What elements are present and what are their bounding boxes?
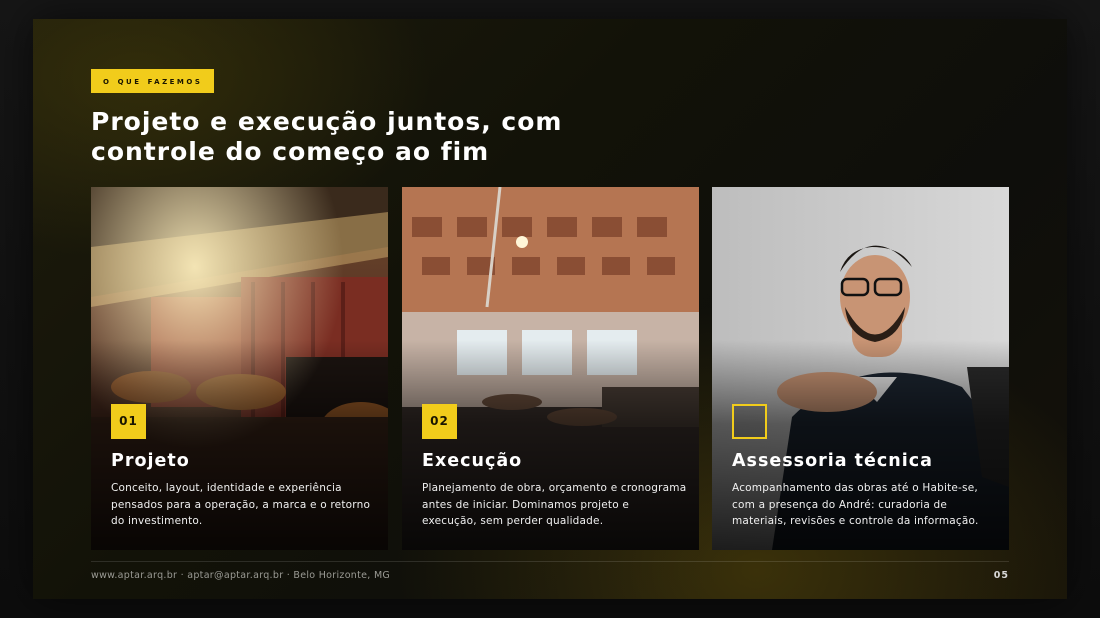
card-title: Execução (422, 451, 523, 471)
card-description: Acompanhamento das obras até o Habite-se… (732, 482, 979, 527)
number-badge: 01 (111, 404, 146, 439)
service-card-execucao[interactable]: 02 Execução Planejamento de obra, orçame… (402, 187, 699, 550)
card-title: Projeto (111, 451, 190, 471)
card-title: Assessoria técnica (732, 451, 933, 471)
service-card-assessoria[interactable]: Assessoria técnica Acompanhamento das ob… (712, 187, 1009, 550)
presentation-frame: O QUE FAZEMOS Projeto e execução juntos,… (0, 0, 1100, 618)
number-badge: 02 (422, 404, 457, 439)
number-badge-outline (732, 404, 767, 439)
slide-headline: Projeto e execução juntos, com controle … (91, 107, 563, 166)
card-description: Conceito, layout, identidade e experiênc… (111, 482, 371, 527)
footer-contact: www.aptar.arq.br · aptar@aptar.arq.br · … (91, 570, 391, 581)
section-label: O QUE FAZEMOS (91, 69, 215, 93)
service-card-projeto[interactable]: 01 Projeto Conceito, layout, identidade … (91, 187, 388, 550)
slide: O QUE FAZEMOS Projeto e execução juntos,… (33, 19, 1067, 599)
footer-divider (91, 561, 1009, 562)
page-number: 05 (993, 570, 1009, 581)
card-description: Planejamento de obra, orçamento e cronog… (422, 482, 687, 527)
